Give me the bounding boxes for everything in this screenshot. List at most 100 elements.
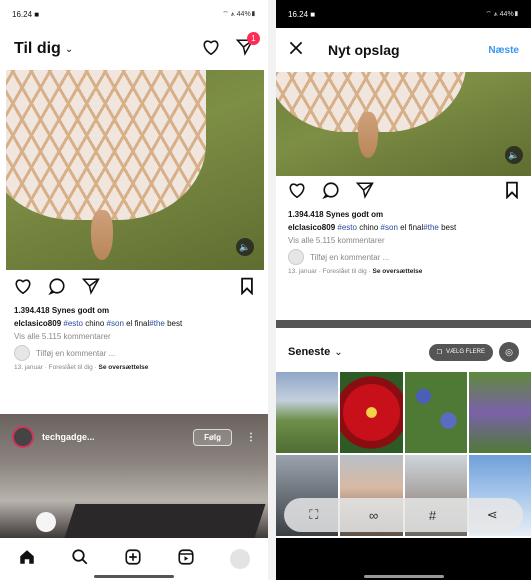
add-comment-input[interactable]: Tilføj en kommentar ...	[36, 347, 115, 360]
desk-image	[64, 504, 266, 538]
caption-text: best	[164, 319, 183, 328]
gallery-thumbnail[interactable]	[340, 372, 403, 453]
reels-icon[interactable]	[177, 548, 195, 571]
share-icon[interactable]	[355, 181, 374, 204]
expand-icon[interactable]: ⛶	[309, 507, 318, 523]
home-icon[interactable]	[18, 548, 36, 571]
home-indicator	[94, 575, 174, 578]
post-username[interactable]: techgadge...	[42, 432, 95, 442]
post-date: 13. januar · Foreslået til dig ·	[288, 268, 373, 275]
chair-leg-image	[91, 210, 113, 260]
post-actions	[14, 276, 254, 300]
status-indicators: ⌔ ⩚ 44%▮	[485, 10, 519, 18]
home-indicator	[364, 575, 444, 578]
gallery-thumbnail[interactable]	[276, 372, 339, 453]
like-icon[interactable]	[288, 182, 306, 203]
hashtag[interactable]: #son	[107, 319, 124, 328]
hashtag-icon[interactable]: #	[429, 508, 436, 523]
screen-divider	[268, 0, 276, 580]
caption-text: el final	[397, 223, 424, 232]
post-meta: 1.394.418 Synes godt om elclasico809 #es…	[14, 304, 258, 374]
hashtag[interactable]: #esto	[63, 319, 83, 328]
new-post-header: Nyt opslag Næste	[276, 30, 531, 70]
page-title: Nyt opslag	[328, 42, 400, 58]
feed-header: Til dig ⌄ 1	[0, 30, 268, 68]
chevron-down-icon[interactable]: ⌄	[334, 347, 342, 358]
bottom-navigation	[0, 538, 268, 580]
comment-icon[interactable]	[322, 181, 340, 204]
status-time: 16.24 ■	[288, 9, 316, 19]
post-media[interactable]: 🔈	[6, 70, 264, 270]
comment-icon[interactable]	[48, 277, 66, 300]
lamp-image	[36, 512, 56, 532]
heart-icon[interactable]	[202, 39, 220, 60]
new-post-screen: 16.24 ■ ⌔ ⩚ 44%▮ Nyt opslag Næste 🔈 1.39…	[276, 0, 531, 580]
hashtag: #esto	[337, 223, 357, 232]
next-button[interactable]: Næste	[488, 45, 519, 56]
caption-username: elclasico809	[288, 223, 336, 232]
select-multiple-label: VÆLG FLERE	[445, 349, 485, 355]
hashtag[interactable]: #the	[149, 319, 165, 328]
bookmark-icon[interactable]	[240, 277, 254, 300]
add-comment-row: Tilføj en kommentar ...	[288, 249, 521, 265]
search-icon[interactable]	[71, 548, 89, 571]
gallery-thumbnail[interactable]	[468, 372, 531, 453]
add-comment-row[interactable]: Tilføj en kommentar ...	[14, 345, 258, 361]
like-icon[interactable]	[14, 278, 32, 299]
view-comments-link: Vis alle 5.115 kommentarer	[288, 236, 385, 245]
caption-text: best	[438, 223, 457, 232]
multi-select-icon: ❐	[436, 349, 442, 356]
edit-toolbar: ⛶ ∞ # ⋖	[284, 498, 523, 532]
preview-meta: 1.394.418 Synes godt om elclasico809 #es…	[288, 208, 521, 278]
more-options-icon[interactable]: ⋮	[246, 432, 256, 443]
next-post[interactable]: techgadge... Følg ⋮	[0, 414, 268, 538]
story-avatar[interactable]	[12, 426, 34, 448]
preview-media[interactable]: 🔈	[276, 72, 531, 176]
post-date-line: 13. januar · Foreslået til dig · Se over…	[288, 265, 521, 278]
feed-screen: 16.24 ■ ⌔ ⩚ 44%▮ Til dig ⌄ 1 🔈 1.394.418…	[0, 0, 268, 580]
preview-gallery-divider[interactable]	[276, 320, 531, 328]
hashtag: #son	[380, 223, 398, 232]
caption-text: chino	[82, 319, 107, 328]
create-post-icon[interactable]	[124, 548, 142, 571]
add-comment-input: Tilføj en kommentar ...	[310, 252, 390, 262]
direct-message-icon[interactable]: 1	[235, 31, 260, 61]
system-nav-bar	[276, 538, 531, 580]
view-comments-link[interactable]: Vis alle 5.115 kommentarer	[14, 330, 258, 343]
caption-username[interactable]: elclasico809	[14, 319, 61, 328]
mute-icon[interactable]: 🔈	[505, 146, 523, 164]
chevron-down-icon[interactable]: ⌄	[65, 44, 73, 55]
caption-text: chino	[356, 223, 381, 232]
bookmark-icon[interactable]	[505, 181, 519, 204]
status-time: 16.24 ■	[12, 9, 40, 19]
feed-title[interactable]: Til dig	[14, 40, 61, 58]
share-alt-icon[interactable]: ⋖	[487, 507, 498, 523]
mute-icon[interactable]: 🔈	[236, 238, 254, 256]
caption: elclasico809 #esto chino #son el final#t…	[14, 317, 258, 330]
gallery-album-selector[interactable]: Seneste	[288, 346, 330, 358]
notification-badge: 1	[247, 31, 260, 45]
avatar	[288, 249, 304, 265]
boomerang-icon[interactable]: ∞	[369, 508, 378, 523]
gallery-header: Seneste ⌄ ❐ VÆLG FLERE ◎	[276, 334, 531, 370]
status-bar: 16.24 ■ ⌔ ⩚ 44%▮	[0, 0, 268, 28]
chair-leg-image	[358, 112, 378, 158]
avatar	[14, 345, 30, 361]
translate-link[interactable]: Se oversættelse	[99, 364, 149, 371]
camera-icon[interactable]: ◎	[499, 342, 519, 362]
share-icon[interactable]	[81, 277, 100, 300]
gallery-thumbnail[interactable]	[404, 372, 467, 453]
profile-avatar[interactable]	[230, 549, 251, 569]
hashtag: #the	[423, 223, 439, 232]
close-icon[interactable]	[288, 40, 304, 61]
translate-link: Se oversættelse	[372, 268, 423, 275]
likes-count[interactable]: 1.394.418 Synes godt om	[14, 304, 258, 317]
status-bar: 16.24 ■ ⌔ ⩚ 44%▮	[276, 0, 531, 28]
post-date: 13. januar · Foreslået til dig ·	[14, 364, 99, 371]
post-date-line: 13. januar · Foreslået til dig · Se over…	[14, 361, 258, 374]
caption: elclasico809 #esto chino #son el final#t…	[288, 221, 521, 234]
likes-count: 1.394.418 Synes godt om	[288, 210, 384, 219]
status-indicators: ⌔ ⩚ 44%▮	[222, 10, 256, 18]
follow-button[interactable]: Følg	[193, 428, 232, 446]
select-multiple-button[interactable]: ❐ VÆLG FLERE	[428, 343, 493, 361]
